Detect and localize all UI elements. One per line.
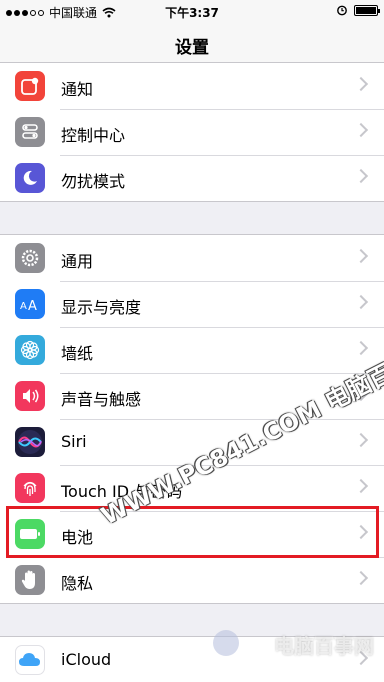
settings-row-label: 电池	[61, 528, 94, 547]
settings-row-control-center[interactable]: 控制中心	[0, 109, 384, 155]
chevron-right-icon	[353, 168, 369, 184]
settings-row-display-brightness[interactable]: AA 显示与亮度	[0, 281, 384, 327]
settings-row-label: Siri	[61, 432, 87, 451]
watermark-brand: 电脑百事网	[274, 634, 374, 658]
notifications-icon	[15, 71, 45, 101]
svg-text:A: A	[28, 299, 37, 312]
siri-icon	[15, 427, 45, 457]
icloud-icon	[15, 645, 45, 675]
status-right	[336, 4, 380, 16]
fingerprint-icon	[15, 473, 45, 503]
battery-icon	[15, 519, 45, 549]
watermark-logo-icon	[213, 630, 239, 656]
settings-row-label: 隐私	[61, 574, 94, 593]
settings-row-privacy[interactable]: 隐私	[0, 557, 384, 603]
status-time: 下午3:37	[165, 6, 219, 20]
battery-status-icon	[354, 4, 380, 16]
settings-row-label: 勿扰模式	[61, 172, 126, 191]
speaker-icon	[15, 381, 45, 411]
navigation-bar: 设置	[0, 22, 384, 66]
chevron-right-icon	[353, 294, 369, 310]
settings-row-label: 通用	[61, 252, 94, 271]
settings-row-do-not-disturb[interactable]: 勿扰模式	[0, 155, 384, 201]
settings-group-notifications: 通知 控制中心 勿扰模式	[0, 62, 384, 202]
hand-icon	[15, 565, 45, 595]
display-brightness-icon: AA	[15, 289, 45, 319]
settings-row-notifications[interactable]: 通知	[0, 63, 384, 109]
chevron-right-icon	[353, 122, 369, 138]
settings-row-label: 控制中心	[61, 126, 126, 145]
chevron-right-icon	[353, 570, 369, 586]
chevron-right-icon	[353, 248, 369, 264]
gear-icon	[15, 243, 45, 273]
settings-row-label: 通知	[61, 80, 94, 99]
settings-row-general[interactable]: 通用	[0, 235, 384, 281]
chevron-right-icon	[353, 76, 369, 92]
settings-row-label: iCloud	[61, 650, 112, 669]
svg-text:A: A	[20, 301, 27, 312]
settings-row-battery[interactable]: 电池	[0, 511, 384, 557]
moon-icon	[15, 163, 45, 193]
alarm-icon	[337, 5, 347, 16]
settings-row-label: 墙纸	[61, 344, 94, 363]
wallpaper-flower-icon	[15, 335, 45, 365]
page-title: 设置	[175, 38, 209, 58]
chevron-right-icon	[353, 524, 369, 540]
chevron-right-icon	[353, 478, 369, 494]
settings-row-label: 声音与触感	[61, 390, 142, 409]
chevron-right-icon	[353, 432, 369, 448]
chevron-right-icon	[353, 340, 369, 356]
settings-row-wallpaper[interactable]: 墙纸	[0, 327, 384, 373]
status-bar: 中国联通 下午3:37	[0, 0, 384, 22]
control-center-icon	[15, 117, 45, 147]
settings-row-label: 显示与亮度	[61, 298, 142, 317]
